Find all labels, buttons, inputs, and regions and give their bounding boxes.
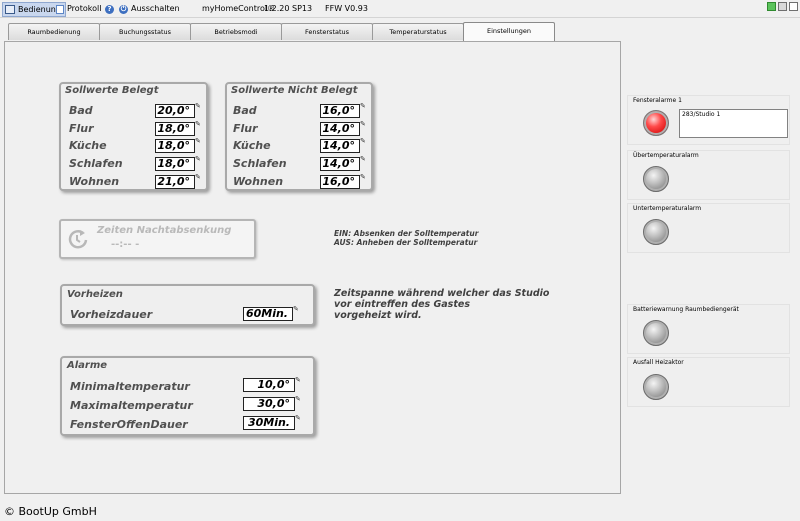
fensteroffendauer-label: FensterOffenDauer — [70, 418, 188, 431]
document-icon — [56, 4, 64, 14]
edit-pencil-icon[interactable]: ✎ — [195, 156, 202, 163]
protokoll-label: Protokoll — [67, 4, 102, 13]
edit-pencil-icon[interactable]: ✎ — [195, 138, 202, 145]
edit-pencil-icon[interactable]: ✎ — [360, 121, 367, 128]
edit-pencil-icon[interactable]: ✎ — [195, 103, 202, 110]
edit-pencil-icon[interactable]: ✎ — [295, 396, 302, 403]
vorheizdauer-label: Vorheizdauer — [70, 308, 153, 321]
belegt-value-flur[interactable]: 18,0° — [155, 122, 195, 136]
info-aus: AUS: Anheben der Solltemperatur — [334, 238, 478, 247]
minimize-button[interactable] — [767, 2, 776, 11]
edit-pencil-icon[interactable]: ✎ — [295, 415, 302, 422]
edit-pencil-icon[interactable]: ✎ — [295, 377, 302, 384]
vorheizen-info-line-3: vorgeheizt wird. — [334, 310, 422, 321]
edit-pencil-icon[interactable]: ✎ — [360, 103, 367, 110]
edit-pencil-icon[interactable]: ✎ — [195, 121, 202, 128]
nicht-belegt-value-schlafen[interactable]: 14,0° — [320, 157, 360, 171]
power-icon: ⏻ — [119, 4, 128, 14]
ausschalten-label: Ausschalten — [131, 4, 180, 13]
belegt-label-schlafen: Schlafen — [69, 157, 123, 170]
monitor-icon — [5, 5, 15, 14]
sollwerte-belegt-title: Sollwerte Belegt — [65, 85, 159, 96]
belegt-value-bad[interactable]: 20,0° — [155, 104, 195, 118]
belegt-label-flur: Flur — [69, 122, 94, 135]
footer — [0, 502, 800, 521]
nachtabsenkung-title: Zeiten Nachtabsenkung — [97, 225, 232, 236]
firmware-version: FFW V0.93 — [325, 4, 368, 13]
fensteralarm-indicator — [643, 110, 669, 136]
fensteroffendauer-value[interactable]: 30Min. — [243, 416, 295, 430]
untertemperaturalarm-indicator — [643, 219, 669, 245]
belegt-label-bad: Bad — [69, 104, 93, 117]
top-menu-bar: Bedienung Protokoll ? ⏻ Ausschalten myHo… — [0, 0, 800, 18]
maximaltemperatur-label: Maximaltemperatur — [70, 399, 193, 412]
nicht-belegt-value-kueche[interactable]: 14,0° — [320, 139, 360, 153]
app-version: 1.2.20 SP13 — [264, 4, 313, 13]
info-ein: EIN: Absenken der Solltemperatur — [334, 229, 479, 238]
window-controls — [767, 2, 798, 11]
tab-bar: Raumbedienung Buchungsstatus Betriebsmod… — [8, 22, 555, 41]
vorheizen-info-line-1: Zeitspanne während welcher das Studio — [334, 288, 550, 299]
edit-pencil-icon[interactable]: ✎ — [293, 306, 300, 313]
nachtabsenkung-button[interactable]: Zeiten Nachtabsenkung --:-- - — [59, 219, 256, 259]
nicht-belegt-label-bad: Bad — [233, 104, 257, 117]
maximaltemperatur-value[interactable]: 30,0° — [243, 397, 295, 411]
protokoll-button[interactable]: Protokoll — [56, 3, 101, 15]
copyright-text: © BootUp GmbH — [4, 505, 97, 518]
tab-raumbedienung[interactable]: Raumbedienung — [8, 23, 100, 40]
tab-fensterstatus[interactable]: Fensterstatus — [281, 23, 373, 40]
ausschalten-button[interactable]: ⏻ Ausschalten — [119, 3, 180, 15]
nicht-belegt-label-schlafen: Schlafen — [233, 157, 287, 170]
tab-temperaturstatus[interactable]: Temperaturstatus — [372, 23, 464, 40]
belegt-value-kueche[interactable]: 18,0° — [155, 139, 195, 153]
belegt-value-wohnen[interactable]: 21,0° — [155, 175, 195, 189]
nicht-belegt-value-flur[interactable]: 14,0° — [320, 122, 360, 136]
heizaktor-label: Ausfall Heizaktor — [633, 359, 684, 366]
edit-pencil-icon[interactable]: ✎ — [360, 174, 367, 181]
nicht-belegt-label-wohnen: Wohnen — [233, 175, 284, 188]
alarme-title: Alarme — [67, 360, 108, 371]
nicht-belegt-label-kueche: Küche — [233, 139, 271, 152]
tab-buchungsstatus[interactable]: Buchungsstatus — [99, 23, 191, 40]
batteriewarnung-indicator — [643, 320, 669, 346]
untertemperaturalarm-label: Untertemperaturalarm — [633, 205, 702, 212]
belegt-label-kueche: Küche — [69, 139, 107, 152]
close-button[interactable] — [789, 2, 798, 11]
nicht-belegt-label-flur: Flur — [233, 122, 258, 135]
minimaltemperatur-label: Minimaltemperatur — [70, 380, 190, 393]
clock-refresh-icon — [68, 230, 88, 249]
belegt-value-schlafen[interactable]: 18,0° — [155, 157, 195, 171]
edit-pencil-icon[interactable]: ✎ — [195, 174, 202, 181]
tab-einstellungen[interactable]: Einstellungen — [463, 22, 555, 41]
uebertemperaturalarm-indicator — [643, 166, 669, 192]
help-icon: ? — [105, 4, 114, 14]
nicht-belegt-value-bad[interactable]: 16,0° — [320, 104, 360, 118]
edit-pencil-icon[interactable]: ✎ — [360, 138, 367, 145]
help-button[interactable]: ? — [105, 3, 117, 15]
batteriewarnung-label: Batteriewarnung Raumbediengerät — [633, 306, 739, 313]
bedienung-label: Bedienung — [18, 4, 61, 14]
nachtabsenkung-value: --:-- - — [111, 239, 140, 250]
vorheizen-info-line-2: vor eintreffen des Gastes — [334, 299, 470, 310]
fensteralarm-textbox[interactable]: 283/Studio 1 — [679, 109, 788, 138]
heizaktor-indicator — [643, 374, 669, 400]
vorheizdauer-value[interactable]: 60Min. — [243, 307, 293, 321]
minimaltemperatur-value[interactable]: 10,0° — [243, 378, 295, 392]
fensteralarm-label: Fensteralarme 1 — [633, 97, 682, 104]
belegt-label-wohnen: Wohnen — [69, 175, 120, 188]
uebertemperaturalarm-label: Übertemperaturalarm — [633, 152, 699, 159]
restore-button[interactable] — [778, 2, 787, 11]
edit-pencil-icon[interactable]: ✎ — [360, 156, 367, 163]
vorheizen-title: Vorheizen — [67, 289, 123, 300]
nicht-belegt-value-wohnen[interactable]: 16,0° — [320, 175, 360, 189]
sollwerte-nicht-belegt-title: Sollwerte Nicht Belegt — [231, 85, 358, 96]
tab-betriebsmodi[interactable]: Betriebsmodi — [190, 23, 282, 40]
